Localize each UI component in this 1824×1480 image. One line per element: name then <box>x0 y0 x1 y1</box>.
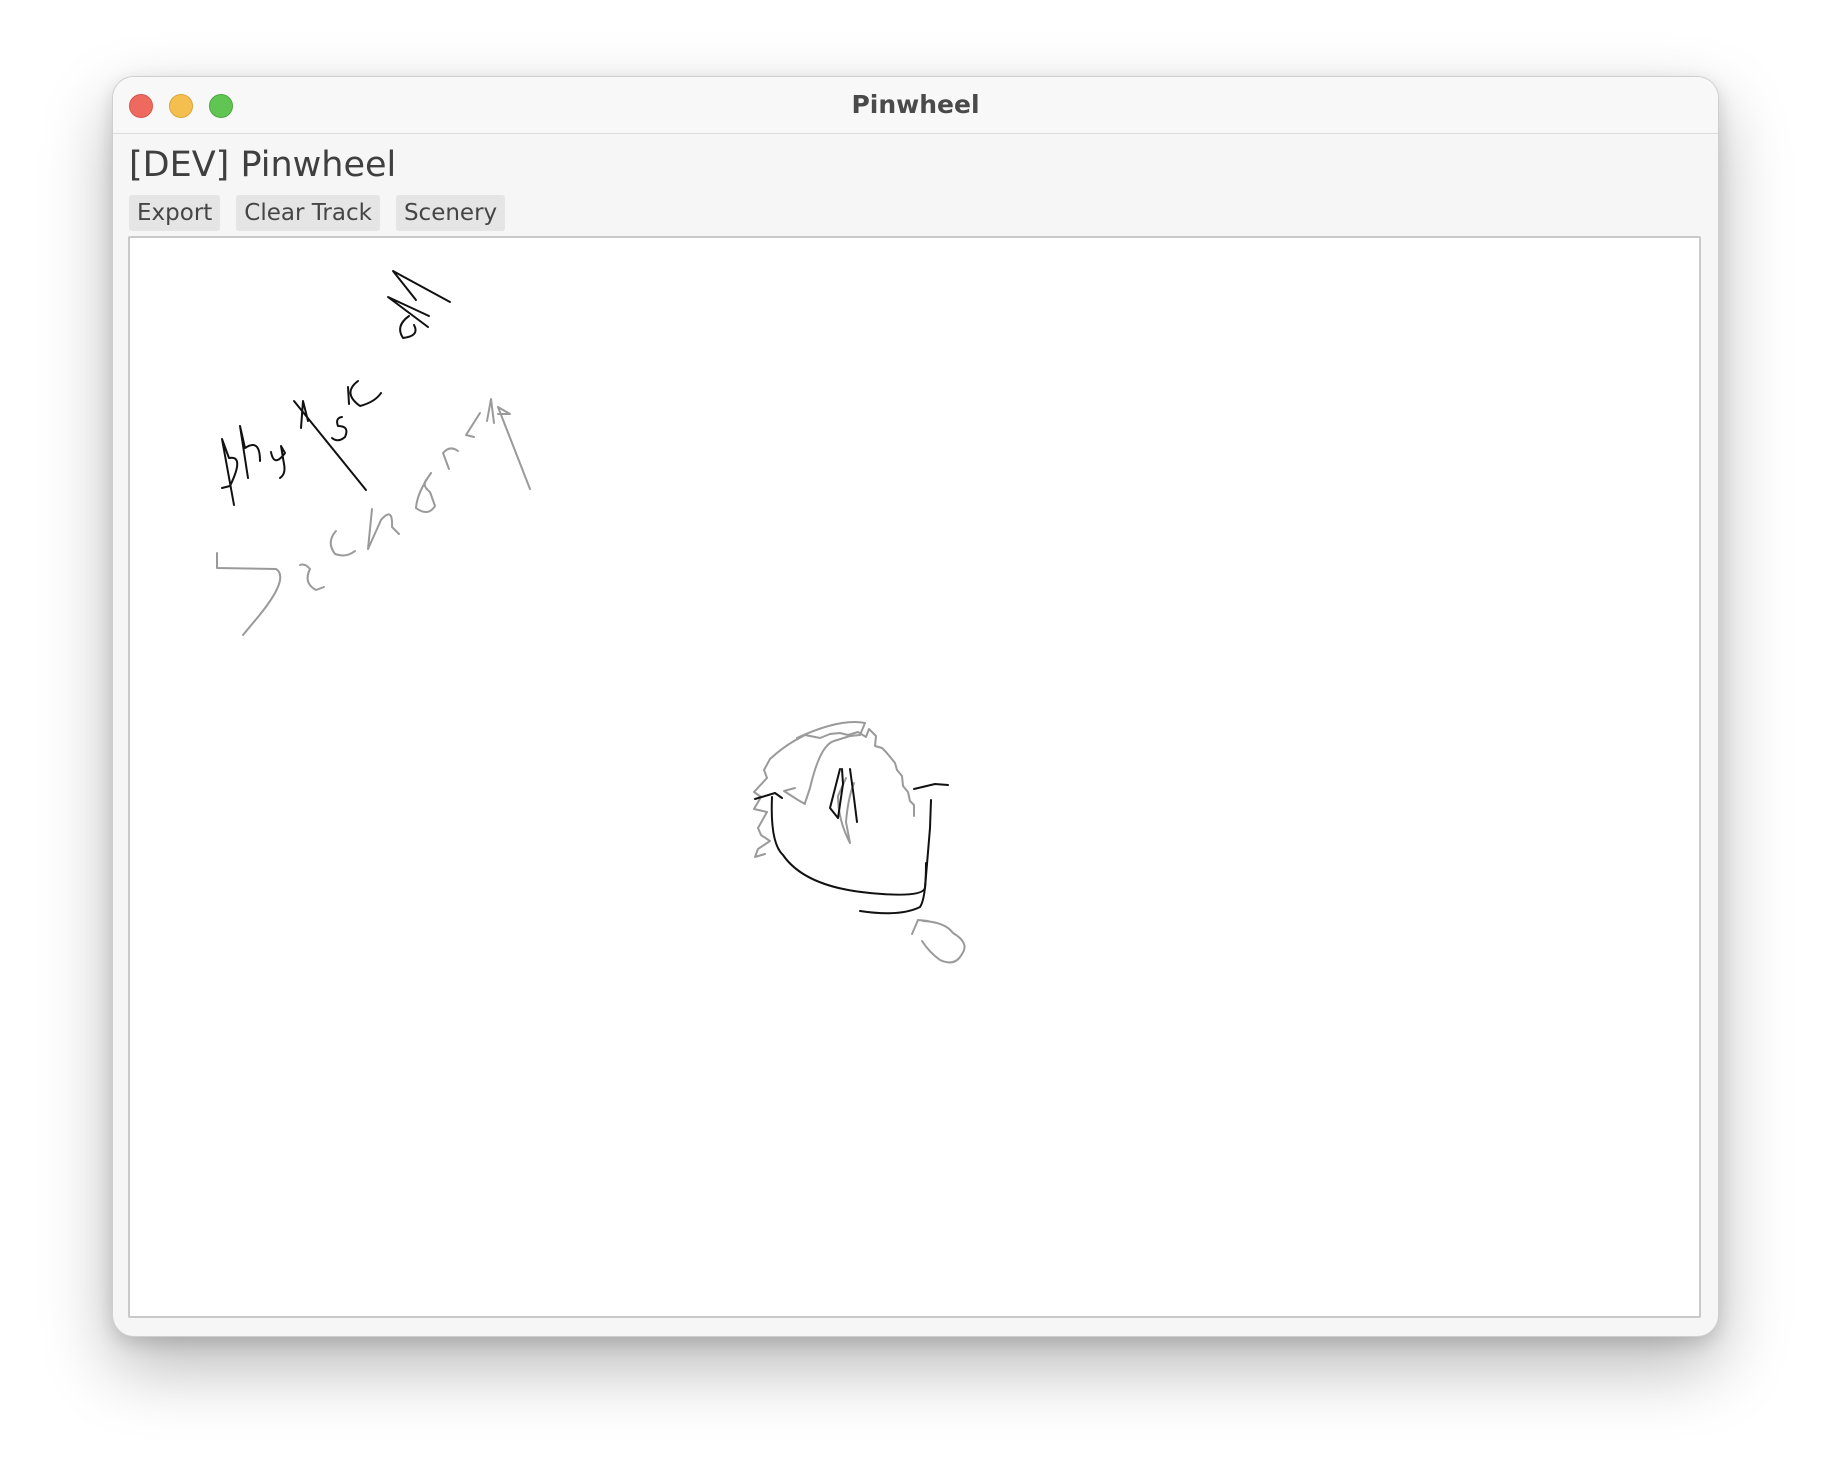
canvas-drawing <box>216 270 966 964</box>
handwriting-scenery <box>216 398 531 636</box>
handwriting-physical <box>221 270 451 506</box>
drawing-canvas[interactable] <box>128 236 1701 1318</box>
desktop: Pinwheel [DEV] Pinwheel Export Clear Tra… <box>0 0 1824 1480</box>
window-title: Pinwheel <box>851 90 980 119</box>
scenery-button[interactable]: Scenery <box>395 195 506 231</box>
app-window: Pinwheel [DEV] Pinwheel Export Clear Tra… <box>112 76 1719 1337</box>
clear-track-button[interactable]: Clear Track <box>236 195 380 231</box>
export-button[interactable]: Export <box>129 195 221 231</box>
title-bar[interactable]: Pinwheel <box>113 77 1718 134</box>
toolbar: Export Clear Track Scenery <box>129 195 506 231</box>
app-heading: [DEV] Pinwheel <box>129 145 397 185</box>
sketch-scenery-shape <box>753 721 966 964</box>
